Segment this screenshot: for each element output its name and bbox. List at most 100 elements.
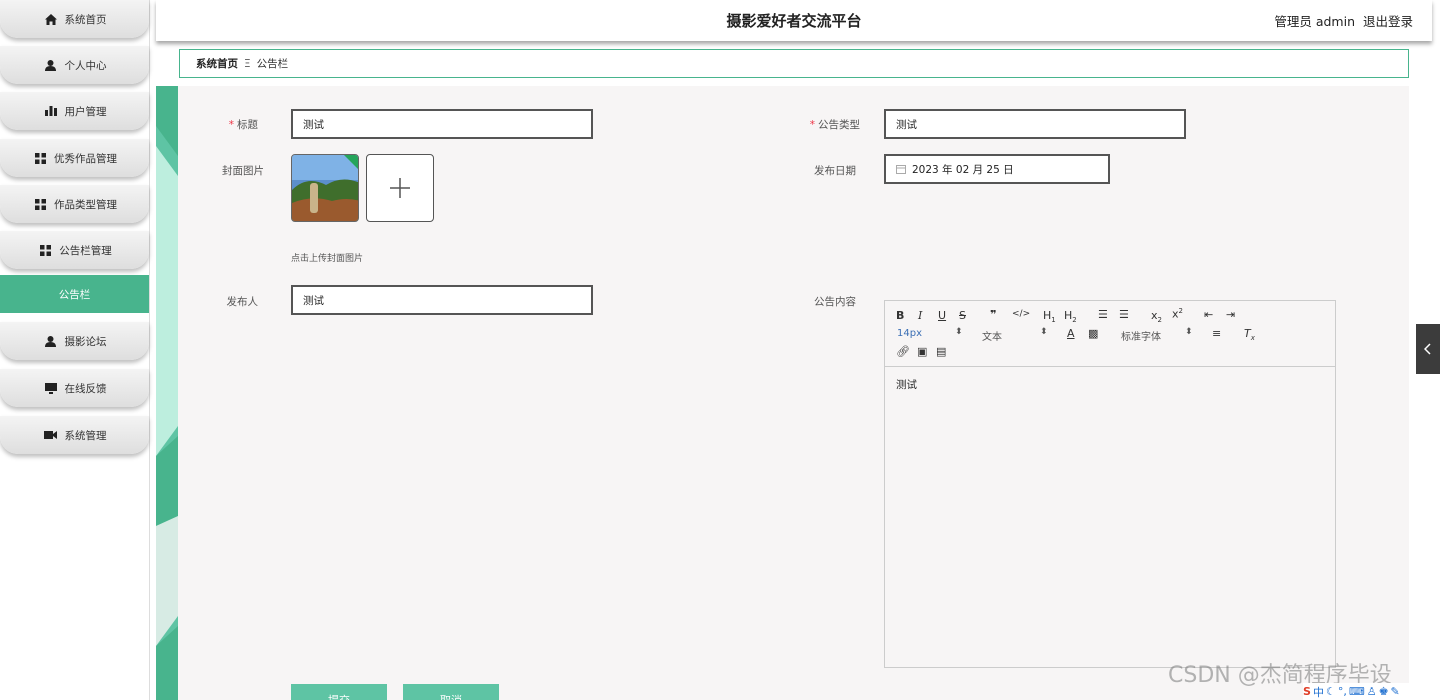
code-icon[interactable]: </>	[1012, 309, 1030, 319]
bold-icon[interactable]: B	[896, 309, 904, 322]
ordered-list-icon[interactable]: ☰	[1098, 308, 1108, 321]
bullet-list-icon[interactable]: ☰	[1119, 308, 1129, 321]
image-icon[interactable]: ▣	[917, 345, 927, 358]
link-icon[interactable]: 🔗︎	[896, 345, 910, 358]
title-label: * 标题	[228, 119, 258, 131]
logout-link[interactable]: 退出登录	[1363, 14, 1413, 29]
outdent-icon[interactable]: ⇤	[1204, 308, 1213, 321]
camera-icon	[43, 429, 59, 441]
chevron-updown-icon: ⬍	[1040, 327, 1048, 337]
moon-icon[interactable]: ☾	[1326, 685, 1336, 698]
sidebar-item-label: 优秀作品管理	[54, 152, 117, 165]
sidebar-item-notice-manage[interactable]: 公告栏管理	[0, 231, 149, 269]
align-icon[interactable]: ≡	[1212, 327, 1221, 340]
sidebar-item-profile[interactable]: 个人中心	[0, 46, 149, 84]
type-label: * 公告类型	[809, 119, 860, 131]
heading2-icon[interactable]: H2	[1064, 309, 1077, 324]
decorative-stripe	[156, 86, 178, 700]
sidebar-item-label: 系统首页	[64, 13, 107, 26]
underline-icon[interactable]: U	[938, 309, 946, 322]
user-area: 管理员 admin 退出登录	[1270, 11, 1413, 30]
sidebar-item-works[interactable]: 优秀作品管理	[0, 139, 149, 177]
top-header: 摄影爱好者交流平台 管理员 admin 退出登录	[156, 0, 1432, 41]
superscript-icon[interactable]: x2	[1172, 307, 1183, 321]
sidebar-item-home[interactable]: 系统首页	[0, 0, 149, 38]
app-title: 摄影爱好者交流平台	[726, 12, 862, 30]
sidebar-item-users[interactable]: 用户管理	[0, 92, 149, 130]
chevron-updown-icon: ⬍	[1185, 327, 1193, 337]
user-icon[interactable]: ♙	[1367, 685, 1377, 698]
font-color-icon[interactable]: A	[1067, 327, 1075, 340]
sidebar-item-label: 公告栏	[58, 288, 91, 301]
chevron-left-icon	[1424, 343, 1431, 355]
calendar-icon	[896, 165, 906, 174]
sidebar-item-system[interactable]: 系统管理	[0, 416, 149, 454]
heading1-icon[interactable]: H1	[1043, 309, 1056, 324]
ime-chinese-icon[interactable]: 中	[1313, 684, 1324, 700]
submit-button[interactable]: 提交	[291, 684, 387, 700]
video-icon[interactable]: ▤	[936, 345, 946, 358]
font-size-select[interactable]: 14px	[897, 328, 922, 339]
grid-icon	[37, 244, 53, 256]
sidebar-item-label: 摄影论坛	[64, 335, 107, 348]
sidebar-item-label: 系统管理	[64, 429, 107, 442]
breadcrumb-home[interactable]: 系统首页	[196, 56, 238, 71]
type-input[interactable]: 测试	[884, 109, 1186, 139]
landscape-photo-icon	[292, 155, 358, 221]
chevron-updown-icon: ⬍	[955, 327, 963, 337]
sidebar-item-label: 在线反馈	[64, 382, 107, 395]
date-input[interactable]: 2023 年 02 月 25 日	[884, 154, 1110, 184]
publisher-input[interactable]: 测试	[291, 285, 593, 315]
breadcrumb: 系统首页 Ξ 公告栏	[179, 49, 1409, 78]
title-input[interactable]: 测试	[291, 109, 593, 139]
breadcrumb-current: 公告栏	[256, 58, 289, 70]
clear-format-icon[interactable]: Tx	[1244, 327, 1255, 342]
collapse-panel-button[interactable]	[1416, 324, 1440, 374]
sidebar-item-label: 个人中心	[64, 59, 107, 72]
cover-thumbnail[interactable]	[291, 154, 359, 222]
plus-icon	[390, 178, 410, 198]
sidebar-item-feedback[interactable]: 在线反馈	[0, 369, 149, 407]
grid-icon	[32, 198, 48, 210]
sidebar: 系统首页 个人中心 用户管理 优秀作品管理 作品类型管理 公告栏管理 公告栏 摄…	[0, 0, 150, 700]
user-icon	[43, 335, 59, 347]
tool-icon[interactable]: ✎	[1390, 685, 1399, 698]
indent-icon[interactable]: ⇥	[1226, 308, 1235, 321]
editor-content[interactable]: 测试	[896, 377, 917, 392]
sidebar-item-forum[interactable]: 摄影论坛	[0, 322, 149, 360]
rich-text-editor: B I U S ❞ </> H1 H2 ☰ ☰ x2 x2 ⇤ ⇥ 14px ⬍…	[884, 300, 1336, 668]
italic-icon[interactable]: I	[918, 309, 922, 322]
cover-label: 封面图片	[222, 165, 264, 177]
grid-icon	[32, 152, 48, 164]
form-panel: * 标题 测试 * 公告类型 测试 封面图片 点击上传封面图片 发布日期 2023 …	[156, 86, 1409, 700]
keyboard-icon[interactable]: ⌨	[1349, 685, 1365, 698]
system-tray: S 中 ☾ °, ⌨ ♙ ♚ ✎	[1303, 683, 1440, 700]
upload-button[interactable]	[366, 154, 434, 222]
monitor-icon	[43, 382, 59, 394]
ime-logo-icon[interactable]: S	[1303, 685, 1311, 698]
block-type-select[interactable]: 文本	[982, 328, 1002, 343]
subscript-icon[interactable]: x2	[1151, 309, 1162, 324]
sidebar-item-label: 作品类型管理	[54, 198, 117, 211]
font-family-select[interactable]: 标准字体	[1121, 328, 1161, 343]
strike-icon[interactable]: S	[959, 309, 966, 322]
content-label: 公告内容	[814, 296, 856, 308]
quote-icon[interactable]: ❞	[990, 308, 996, 321]
sidebar-item-work-types[interactable]: 作品类型管理	[0, 185, 149, 223]
sidebar-item-label: 公告栏管理	[59, 244, 112, 257]
home-icon	[43, 13, 59, 25]
breadcrumb-separator: Ξ	[244, 57, 251, 70]
editor-toolbar: B I U S ❞ </> H1 H2 ☰ ☰ x2 x2 ⇤ ⇥ 14px ⬍…	[885, 301, 1335, 367]
publisher-label: 发布人	[226, 296, 259, 308]
user-label: 管理员 admin	[1274, 14, 1355, 29]
date-label: 发布日期	[814, 165, 856, 177]
bar-chart-icon	[43, 105, 59, 117]
sidebar-item-label: 用户管理	[64, 105, 107, 118]
cancel-button[interactable]: 取消	[403, 684, 499, 700]
background-color-icon[interactable]: ▩	[1088, 327, 1098, 340]
cover-hint: 点击上传封面图片	[291, 254, 364, 264]
sidebar-item-notice[interactable]: 公告栏	[0, 275, 149, 313]
punctuation-icon[interactable]: °,	[1338, 685, 1347, 698]
user-icon	[43, 59, 59, 71]
shirt-icon[interactable]: ♚	[1379, 685, 1389, 698]
